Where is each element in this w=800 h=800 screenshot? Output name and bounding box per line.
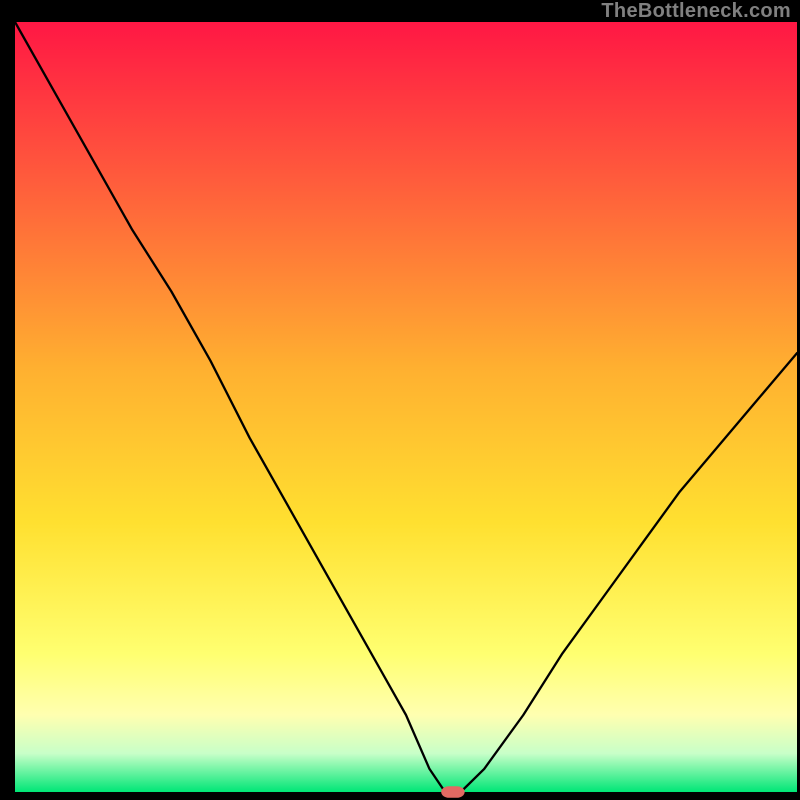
plot-area	[15, 22, 797, 792]
minimum-marker	[441, 786, 464, 798]
watermark-text: TheBottleneck.com	[601, 0, 791, 23]
bottleneck-chart	[0, 0, 800, 800]
